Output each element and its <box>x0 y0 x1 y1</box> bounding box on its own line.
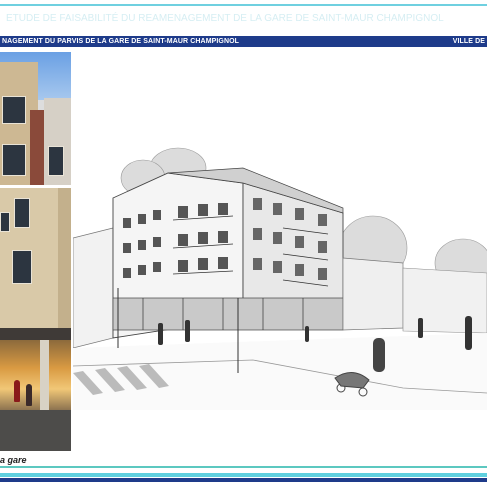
header-title: NAGEMENT DU PARVIS DE LA GARE DE SAINT-M… <box>2 38 240 45</box>
faint-header-title: ETUDE DE FAISABILITÉ DU REAMENAGEMENT DE… <box>6 13 444 24</box>
right-building <box>342 257 404 331</box>
shop-front <box>0 340 71 410</box>
sidewalk <box>0 410 71 451</box>
window <box>2 144 26 176</box>
pedestrian <box>14 380 20 402</box>
pedestrian <box>26 384 32 406</box>
bottom-cyan-band <box>0 473 487 477</box>
window <box>0 212 10 232</box>
photo-collage <box>0 52 71 451</box>
station-square-sketch <box>73 147 487 410</box>
window <box>48 146 64 176</box>
bottom-blue-band <box>0 478 487 482</box>
header-city-label: VILLE DE <box>452 38 485 45</box>
shop-awning <box>0 328 71 340</box>
left-building <box>73 227 114 349</box>
ground-floor-shops <box>112 297 344 331</box>
far-right-building <box>402 267 487 334</box>
window <box>2 96 26 124</box>
plaza-ground <box>73 333 487 410</box>
bottom-accent-rule <box>0 466 487 468</box>
window <box>14 198 30 228</box>
photo-caption: a gare <box>0 455 27 465</box>
header-band: NAGEMENT DU PARVIS DE LA GARE DE SAINT-M… <box>0 36 487 47</box>
facade-column <box>58 188 71 328</box>
window <box>12 250 32 284</box>
top-accent-rule <box>0 4 487 6</box>
